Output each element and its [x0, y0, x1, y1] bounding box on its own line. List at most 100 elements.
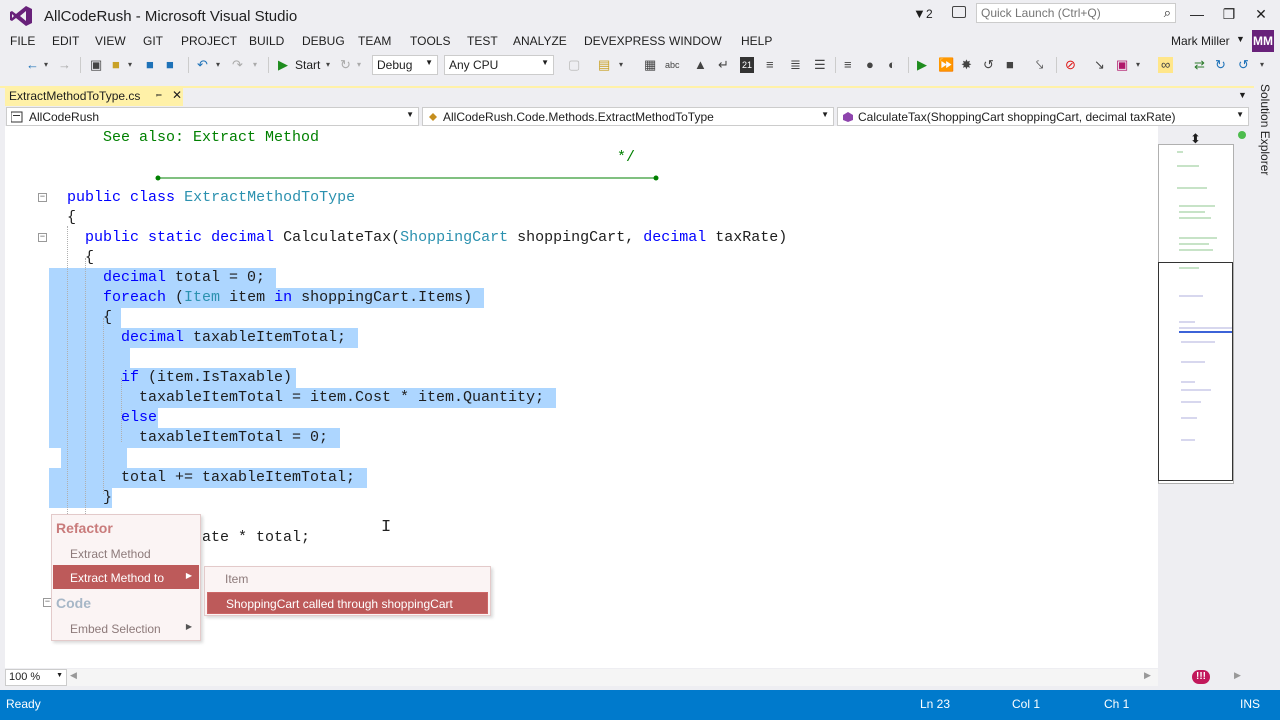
platform-select[interactable]: Any CPU ▼	[444, 55, 554, 75]
run-all-tests-icon[interactable]: ⏩	[938, 57, 954, 73]
menu-build[interactable]: BUILD	[249, 34, 284, 48]
project-dropdown[interactable]: AllCodeRush ▼	[6, 107, 419, 126]
list-icon[interactable]: ☰	[814, 57, 826, 73]
save-all-icon[interactable]: ■	[166, 57, 174, 73]
tab-extract-method-to-type[interactable]: ExtractMethodToType.cs ⫭ ✕	[5, 86, 183, 106]
start-play-icon[interactable]: ▶	[278, 57, 288, 73]
extract-method-menu-item[interactable]: Extract Method	[53, 541, 199, 565]
extract-method-to-menu-item[interactable]: Extract Method to ▶	[53, 565, 199, 589]
redo-icon[interactable]: ↷	[232, 57, 243, 73]
menu-git[interactable]: GIT	[143, 34, 163, 48]
save-icon[interactable]: ■	[146, 57, 154, 73]
menu-help[interactable]: HELP	[741, 34, 772, 48]
attach-icon[interactable]: ▢	[568, 57, 580, 73]
restart-icon[interactable]: ↻	[340, 57, 351, 73]
undo-icon[interactable]: ↶	[197, 57, 208, 73]
menu-window[interactable]: WINDOW	[669, 34, 722, 48]
minimize-button[interactable]: —	[1182, 4, 1212, 24]
close-icon[interactable]: ✕	[172, 88, 182, 102]
user-name[interactable]: Mark Miller	[1171, 34, 1230, 48]
menu-team[interactable]: TEAM	[358, 34, 391, 48]
chevron-down-icon[interactable]: ▾	[44, 57, 48, 73]
navigate-back-icon[interactable]: ←	[26, 57, 39, 73]
debug-tests-icon[interactable]: ✸	[961, 57, 972, 73]
comment-icon[interactable]: ●	[866, 57, 874, 73]
stop-icon[interactable]: ⊘	[1065, 57, 1076, 73]
refresh-icon[interactable]: ↻	[1215, 57, 1226, 73]
embed-selection-menu-item[interactable]: Embed Selection ▶	[53, 616, 199, 640]
pin-icon[interactable]: ⫭	[156, 89, 162, 100]
menu-tools[interactable]: TOOLS	[410, 34, 450, 48]
navigate-forward-icon[interactable]: →	[58, 57, 71, 73]
repeat-tests-icon[interactable]: ↺	[983, 57, 994, 73]
code-line-else: else	[121, 409, 158, 426]
coverage-icon[interactable]: ⤥	[1036, 57, 1043, 73]
maximize-button[interactable]: ❐	[1214, 4, 1244, 24]
horizontal-scrollbar[interactable]	[67, 669, 1158, 686]
statement: total = 0;	[175, 269, 266, 286]
search-icon[interactable]: ⌕	[1164, 5, 1171, 21]
split-handle-icon[interactable]: ⬍	[1190, 131, 1201, 147]
chevron-down-icon[interactable]: ▾	[216, 57, 220, 73]
menu-test[interactable]: TEST	[467, 34, 498, 48]
avatar[interactable]: MM	[1252, 30, 1274, 52]
open-file-icon[interactable]: ■	[112, 57, 120, 73]
menu-project[interactable]: PROJECT	[181, 34, 237, 48]
menu-edit[interactable]: EDIT	[52, 34, 79, 48]
chevron-down-icon[interactable]: ▾	[1136, 57, 1140, 73]
collapse-icon[interactable]: −	[38, 233, 47, 242]
status-text: Ready	[6, 697, 41, 711]
clipboard-icon[interactable]: ▦	[644, 57, 656, 73]
zoom-level-select[interactable]: 100 % ▼	[5, 669, 67, 686]
find-in-files-icon[interactable]: ▤	[598, 57, 610, 73]
start-button[interactable]: Start	[295, 57, 320, 73]
stop-tests-icon[interactable]: ■	[1006, 57, 1014, 73]
line-number-icon[interactable]: 21	[740, 57, 755, 73]
notification-flag-icon[interactable]: ▼	[913, 6, 926, 21]
target-item-menu-item[interactable]: Item	[207, 568, 488, 590]
undo-refresh-icon[interactable]: ↺	[1238, 57, 1249, 73]
scroll-left-icon[interactable]: ◀	[70, 670, 77, 681]
type-dropdown[interactable]: AllCodeRush.Code.Methods.ExtractMethodTo…	[422, 107, 834, 126]
scroll-right-icon[interactable]: ▶	[1144, 670, 1151, 681]
menu-devexpress[interactable]: DEVEXPRESS	[584, 34, 665, 48]
configuration-select[interactable]: Debug ▼	[372, 55, 438, 75]
sync-icon[interactable]: ⇄	[1194, 57, 1205, 73]
menu-file[interactable]: FILE	[10, 34, 35, 48]
chevron-down-icon[interactable]: ▾	[326, 57, 330, 73]
member-dropdown[interactable]: CalculateTax(ShoppingCart shoppingCart, …	[837, 107, 1249, 126]
toolbar-overflow-icon[interactable]: ▾	[1260, 57, 1264, 73]
chevron-down-icon[interactable]: ▼	[1236, 34, 1245, 44]
run-tests-icon[interactable]: ▶	[917, 57, 927, 73]
chevron-down-icon[interactable]: ▾	[253, 57, 257, 73]
minimap-viewport[interactable]	[1158, 262, 1233, 481]
scroll-right-icon[interactable]: ▶	[1234, 670, 1241, 681]
format-icon[interactable]: ≡	[766, 57, 774, 73]
pointer-icon[interactable]: ↘	[1094, 57, 1105, 73]
template-icon[interactable]: ▣	[1116, 57, 1128, 73]
menu-debug[interactable]: DEBUG	[302, 34, 345, 48]
uncomment-icon[interactable]: ◐	[888, 57, 896, 73]
quick-launch-box[interactable]: ⌕	[976, 3, 1176, 23]
collapse-icon[interactable]: −	[38, 193, 47, 202]
return-icon[interactable]: ↵	[718, 57, 729, 73]
chevron-down-icon[interactable]: ▾	[619, 57, 623, 73]
close-window-button[interactable]: ✕	[1246, 4, 1276, 24]
chevron-down-icon[interactable]: ▾	[357, 57, 361, 73]
menu-view[interactable]: VIEW	[95, 34, 126, 48]
outline-icon[interactable]: ≣	[790, 57, 801, 73]
align-icon[interactable]: ≡	[844, 57, 852, 73]
bookmark-icon[interactable]: ▲	[694, 57, 707, 73]
quick-launch-input[interactable]	[977, 4, 1153, 22]
notification-count[interactable]: 2	[926, 7, 933, 21]
chevron-down-icon[interactable]: ▾	[128, 57, 132, 73]
feedback-icon[interactable]	[952, 6, 966, 18]
menu-analyze[interactable]: ANALYZE	[513, 34, 567, 48]
chevron-down-icon[interactable]: ▼	[1238, 90, 1247, 100]
glasses-icon[interactable]: ∞	[1158, 57, 1174, 73]
coderush-indicator-icon[interactable]: !!!	[1192, 670, 1210, 684]
new-project-icon[interactable]: ▣	[90, 57, 102, 73]
solution-explorer-tab[interactable]: Solution Explorer	[1256, 84, 1276, 176]
target-shopping-cart-menu-item[interactable]: ShoppingCart called through shoppingCart	[207, 592, 488, 614]
spell-check-icon[interactable]: abc	[665, 57, 680, 73]
